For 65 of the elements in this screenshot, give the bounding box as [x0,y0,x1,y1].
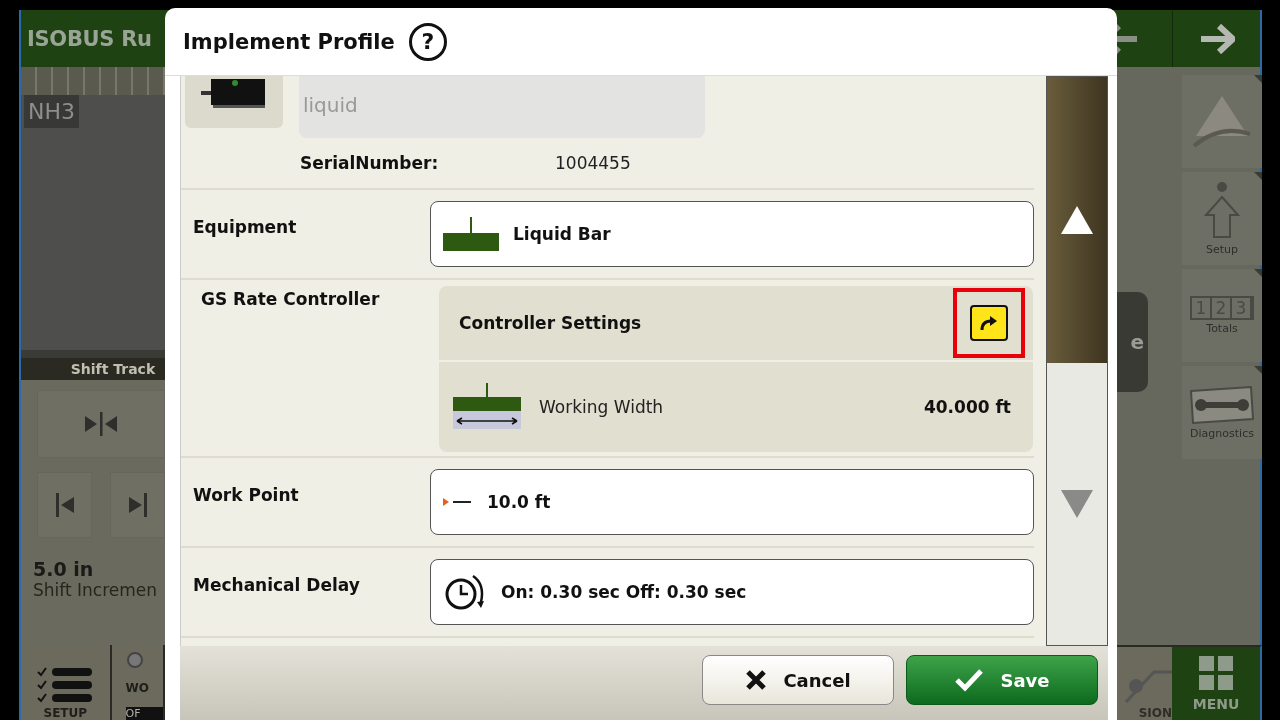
grid-icon [1199,655,1233,690]
shift-label: Shift Incremen [33,580,159,600]
side-button[interactable]: Setup [1182,172,1262,265]
row-label: Equipment [193,217,297,237]
down-triangle-icon [1061,490,1093,518]
status-dot-icon [125,651,144,669]
shift-left-button[interactable] [37,472,92,538]
value-button[interactable]: 10.0 ft [430,469,1034,535]
arrow-right-icon [1198,23,1235,54]
panel-title: Shift Track [21,358,165,380]
tab-label: SION [1138,706,1172,720]
up-triangle-icon [1061,206,1093,234]
side-button-label: Setup [1206,243,1238,256]
wrench-icon [1187,385,1257,425]
width-icon [453,383,521,431]
timer-icon [443,572,487,612]
product-label: NH3 [24,95,79,128]
cancel-button[interactable]: Cancel [702,655,894,705]
bottom-tab[interactable]: SION [1117,645,1172,720]
side-button-label: Totals [1206,322,1238,335]
tab-label: WO [125,681,150,695]
center-icon [83,410,119,438]
serial-label: SerialNumber: [300,153,440,173]
button-text: e [1130,330,1144,354]
bar-icon [443,217,499,251]
dark-button[interactable]: e [1115,292,1148,392]
bottom-tab[interactable]: WO OF [111,645,165,720]
side-button-label: Diagnostics [1190,427,1254,440]
tab-label: SETUP [43,706,88,720]
panel-title: Controller Settings [459,313,642,333]
forward-button[interactable] [1172,10,1262,67]
center-button[interactable] [37,390,165,458]
shift-right-icon [126,491,149,519]
shift-right-button[interactable] [110,472,165,538]
work-point-icon [443,497,473,507]
corner-indicator-icon [1254,172,1262,180]
close-icon [745,669,768,691]
dialog-title: Implement Profile [183,29,395,54]
serial-value: 1004455 [555,153,631,173]
upload-arrow-icon [1202,181,1242,241]
tab-status: OF [125,707,163,720]
row-label: GS Rate Controller [201,289,380,309]
row-label: Mechanical Delay [193,575,360,595]
curved-arrow-icon [980,315,998,331]
corner-indicator-icon [1254,75,1262,83]
check-icon [954,668,985,692]
value-button[interactable]: On: 0.30 sec Off: 0.30 sec [430,559,1034,625]
corner-indicator-icon [1254,366,1262,374]
side-button[interactable]: Diagnostics [1182,366,1262,459]
item-label: Working Width [539,397,665,417]
value-button[interactable]: Liquid Bar [430,201,1034,267]
app-title: ISOBUS Ru [27,26,152,51]
shift-value: 5.0 in [33,558,95,580]
controller-device-icon [201,79,267,109]
help-button[interactable]: ? [408,22,447,61]
item-value: 40.000 ft [923,397,1011,417]
bottom-tab[interactable]: SETUP [21,645,112,720]
shift-left-icon [53,491,76,519]
menu-button[interactable]: MENU [1172,645,1262,720]
save-button[interactable]: Save [906,655,1098,705]
row-label: Work Point [193,485,299,505]
scroll-up-button[interactable] [1047,77,1107,363]
side-button[interactable] [1182,75,1262,168]
go-button[interactable] [970,305,1008,341]
corner-indicator-icon [1254,269,1262,277]
